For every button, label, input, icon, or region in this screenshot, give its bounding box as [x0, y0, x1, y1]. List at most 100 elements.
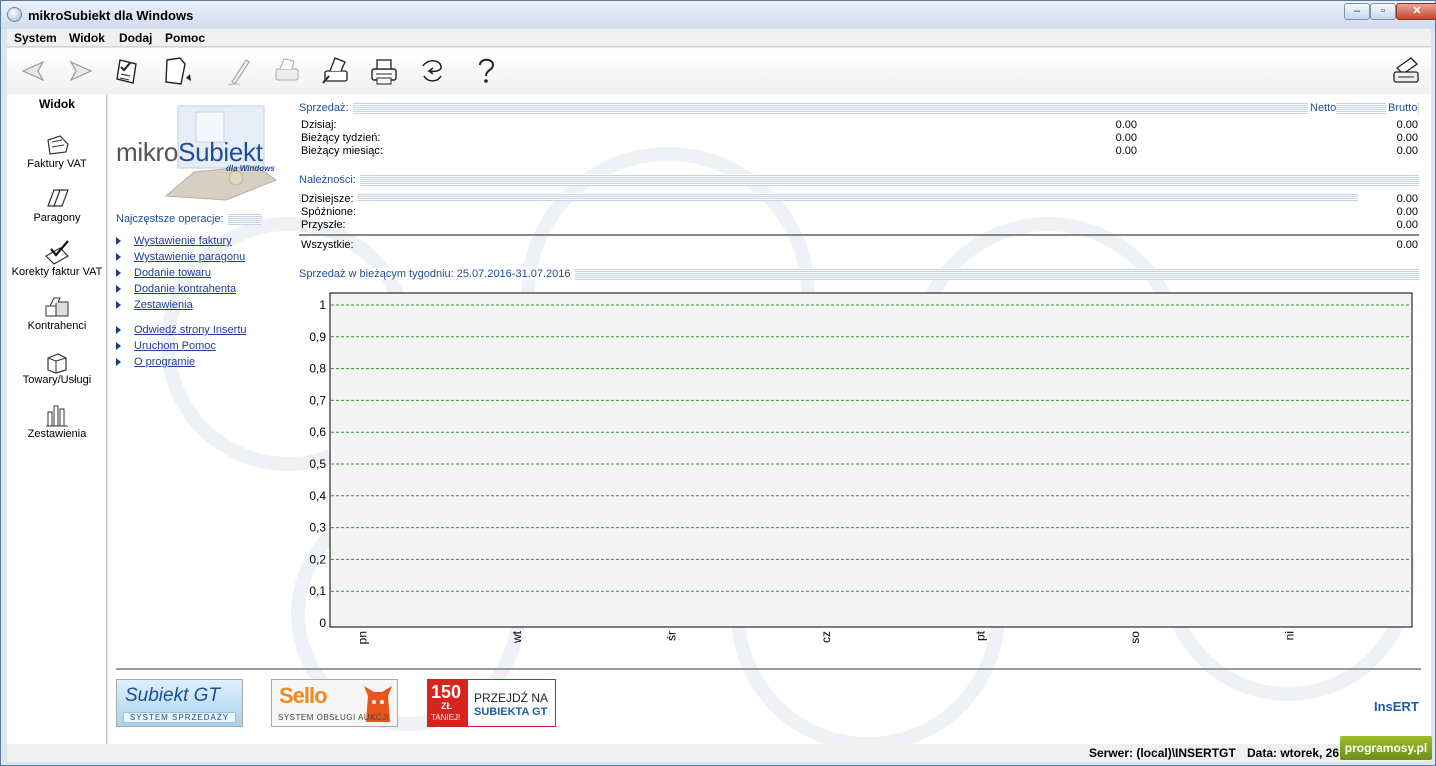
chart-y-tick-label: 0,1	[309, 584, 326, 598]
chart-y-tick-label: 0,7	[309, 393, 326, 407]
sidebar-item-label: Towary/Usługi	[22, 374, 92, 386]
chart-x-tick-label: so	[1128, 631, 1142, 644]
sidebar-item-kontrahenci[interactable]: Kontrahenci	[7, 292, 107, 342]
chart-y-tick-label: 0,3	[309, 521, 326, 535]
maximize-button[interactable]: ▫	[1370, 3, 1396, 20]
promo-banner[interactable]: 150 ZŁ TANIEJ! PRZEJDŹ NA SUBIEKTA GT	[427, 679, 556, 727]
printer-setup-icon	[1393, 57, 1419, 83]
promo-unit: ZŁ	[441, 701, 452, 711]
chart-y-tick-label: 0,8	[309, 362, 326, 376]
refresh-icon	[422, 60, 442, 82]
print-preview-button[interactable]	[319, 54, 353, 88]
receipt-icon	[47, 189, 69, 207]
sidebar-item-paragony[interactable]: Paragony	[7, 184, 107, 234]
op-link[interactable]: Dodanie kontrahenta	[134, 283, 236, 295]
chart-y-tick-label: 0	[319, 616, 326, 630]
sales-brutto-value: 0.00	[1396, 119, 1418, 131]
back-button[interactable]	[17, 54, 51, 88]
receivables-title: Należności:	[299, 174, 360, 186]
sales-row-label: Bieżący tydzień:	[301, 132, 381, 144]
status-bar: Serwer: (local)\INSERTGT Data: wtorek, 2…	[7, 744, 1431, 762]
op-link[interactable]: Odwiedź strony Insertu	[134, 324, 247, 336]
refresh-button[interactable]	[415, 54, 449, 88]
frequent-operations-title: Najczęstsze operacje:	[116, 213, 228, 225]
chart-x-tick-label: cz	[819, 631, 833, 643]
printer-setup-button[interactable]	[1389, 54, 1423, 88]
subiekt-gt-title: Subiekt GT	[125, 685, 221, 706]
op-link[interactable]: Uruchom Pomoc	[134, 340, 216, 352]
sidebar-item-label: Faktury VAT	[27, 158, 87, 170]
bullet-arrow-icon	[116, 358, 121, 366]
site-watermark: programosy.pl	[1340, 736, 1432, 760]
chart-x-tick-label: ni	[1283, 631, 1297, 640]
subiekt-gt-banner[interactable]: Subiekt GT SYSTEM SPRZEDAŻY	[116, 679, 243, 727]
receivables-row-label: Dzisiejsze:	[301, 193, 357, 205]
app-icon[interactable]	[7, 7, 22, 22]
help-button[interactable]	[469, 54, 503, 88]
promo-badge: 150 ZŁ TANIEJ!	[428, 680, 468, 726]
bullet-arrow-icon	[116, 301, 121, 309]
edit-button[interactable]	[222, 54, 256, 88]
chart-y-tick-label: 1	[319, 298, 326, 312]
op-link[interactable]: Wystawienie faktury	[134, 235, 232, 247]
sello-banner[interactable]: Sello SYSTEM OBSŁUGI AUKCJI	[271, 679, 398, 727]
contractors-icon	[45, 297, 69, 317]
minimize-button[interactable]: –	[1344, 3, 1370, 20]
op-link[interactable]: Dodanie towaru	[134, 267, 211, 279]
new-document-button[interactable]	[159, 54, 193, 88]
chart-header: Sprzedaż w bieżącym tygodniu: 25.07.2016…	[299, 268, 1419, 280]
frequent-operations-header: Najczęstsze operacje:	[116, 213, 262, 225]
new-document-icon	[165, 57, 191, 85]
bottom-divider	[116, 668, 1421, 670]
sidebar-item-label: Zestawienia	[27, 428, 87, 440]
chart-y-tick-label: 0,2	[309, 552, 326, 566]
chart-svg: 0 0,1 0,2 0,3 0,4 0,5 0,6 0,7 0,8 0,9 1 pn wt śr cz pt s…	[309, 292, 1413, 644]
op-link[interactable]: Wystawienie paragonu	[134, 251, 245, 263]
sidebar-item-zestawienia[interactable]: Zestawienia	[7, 400, 107, 450]
fax-button[interactable]	[270, 54, 304, 88]
checklist-icon	[116, 59, 137, 84]
forward-button[interactable]	[63, 54, 97, 88]
sidebar-item-towary-uslugi[interactable]: Towary/Usługi	[7, 346, 107, 396]
chart-x-tick-label: pn	[355, 631, 369, 644]
sello-title: Sello	[279, 683, 328, 708]
close-button[interactable]: ✕	[1396, 3, 1436, 20]
bullet-arrow-icon	[116, 237, 121, 245]
menu-system[interactable]: System	[14, 31, 57, 45]
menu-widok[interactable]: Widok	[69, 31, 105, 45]
print-button[interactable]	[367, 54, 401, 88]
pen-icon	[227, 59, 250, 86]
insert-logo[interactable]: InsERT	[1374, 699, 1419, 714]
menu-dodaj[interactable]: Dodaj	[119, 31, 152, 45]
sidebar-item-faktury-vat[interactable]: Faktury VAT	[7, 130, 107, 180]
sidebar-item-label: Korekty faktur VAT	[11, 266, 103, 278]
receivables-value: 0.00	[1396, 206, 1418, 218]
bullet-arrow-icon	[116, 285, 121, 293]
logo-subtitle: dla Windows	[226, 164, 275, 173]
sales-brutto-value: 0.00	[1396, 132, 1418, 144]
correction-icon	[45, 240, 69, 265]
sales-netto-value: 0.00	[1115, 132, 1137, 144]
receivables-header: Należności:	[299, 174, 1419, 186]
chart-title: Sprzedaż w bieżącym tygodniu: 25.07.2016…	[299, 268, 575, 280]
checklist-button[interactable]	[111, 54, 145, 88]
chart-y-tick-label: 0,6	[309, 425, 326, 439]
receivables-row-label: Spóźnione:	[301, 206, 357, 218]
receivables-total-value: 0.00	[1396, 239, 1418, 251]
forward-arrow-icon	[69, 60, 93, 82]
bullet-arrow-icon	[116, 269, 121, 277]
promo-amount: 150	[431, 682, 462, 702]
sales-brutto-value: 0.00	[1396, 145, 1418, 157]
op-link[interactable]: O programie	[134, 356, 195, 368]
menu-pomoc[interactable]: Pomoc	[165, 31, 205, 45]
op-link[interactable]: Zestawienia	[134, 299, 193, 311]
promo-line1: PRZEJDŹ NA	[474, 691, 549, 705]
sidebar-item-korekty-faktur-vat[interactable]: Korekty faktur VAT	[7, 238, 107, 288]
status-server: Serwer: (local)\INSERTGT	[1089, 746, 1236, 760]
invoice-icon	[47, 135, 69, 155]
receivables-total-label: Wszystkie:	[301, 239, 354, 251]
chart-y-tick-label: 0,4	[309, 489, 326, 503]
window-title: mikroSubiekt dla Windows	[28, 8, 194, 23]
chart-y-tick-label: 0,9	[309, 330, 326, 344]
title-bar[interactable]: mikroSubiekt dla Windows – ▫ ✕	[1, 1, 1436, 29]
